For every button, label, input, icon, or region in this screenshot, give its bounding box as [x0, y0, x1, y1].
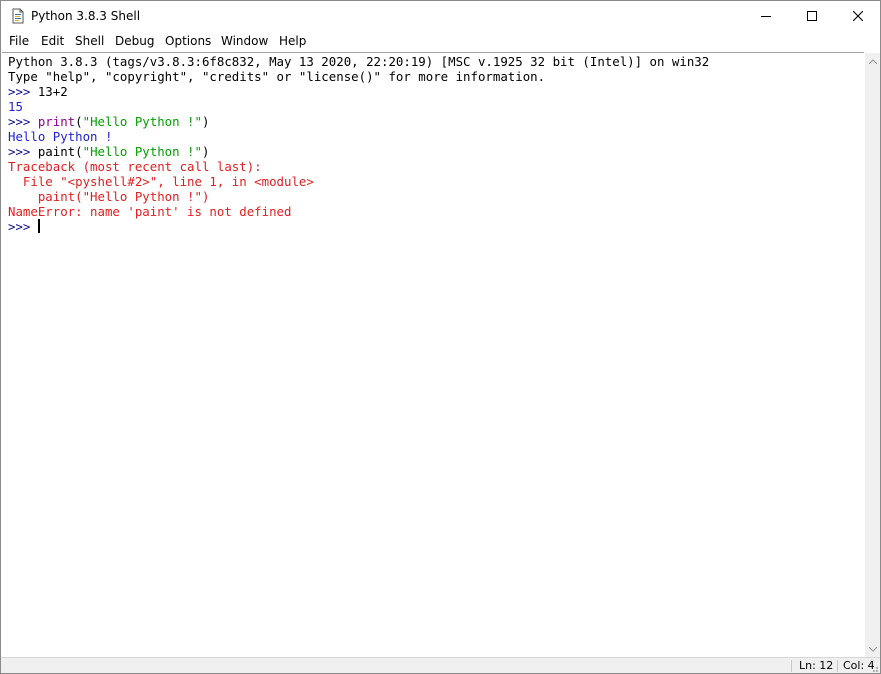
- shell-text-err: paint("Hello Python !"): [8, 189, 210, 204]
- menu-window[interactable]: Window: [221, 33, 268, 49]
- shell-line: NameError: name 'paint' is not defined: [8, 204, 709, 219]
- shell-line: >>> print("Hello Python !"): [8, 114, 709, 129]
- shell-text-str: "Hello Python !": [82, 144, 202, 159]
- shell-text-prompt: >>>: [8, 219, 38, 234]
- shell-line: paint("Hello Python !"): [8, 189, 709, 204]
- status-separator: [837, 660, 838, 672]
- status-line: Ln: 12: [799, 659, 834, 672]
- menu-file[interactable]: File: [9, 33, 29, 49]
- menu-options[interactable]: Options: [165, 33, 211, 49]
- shell-text-builtin: print: [37, 114, 76, 129]
- shell-text-err: Traceback (most recent call last):: [8, 159, 262, 174]
- maximize-button[interactable]: [789, 1, 835, 31]
- idle-shell-window: Python 3.8.3 Shell File Edit Shell Debug…: [0, 0, 881, 674]
- scroll-down-arrow-icon[interactable]: [865, 641, 880, 657]
- close-button[interactable]: [835, 1, 880, 31]
- minimize-button[interactable]: [743, 1, 789, 31]
- menu-shell[interactable]: Shell: [75, 33, 104, 49]
- shell-output: Python 3.8.3 (tags/v3.8.3:6f8c832, May 1…: [8, 54, 709, 234]
- shell-text-prompt: >>>: [8, 114, 38, 129]
- vertical-scrollbar[interactable]: [865, 53, 880, 657]
- title-bar[interactable]: Python 3.8.3 Shell: [1, 1, 880, 31]
- shell-text-out: 13+2: [37, 84, 68, 99]
- menu-help[interactable]: Help: [279, 33, 306, 49]
- shell-line: Hello Python !: [8, 129, 709, 144]
- shell-text-out: ): [201, 114, 210, 129]
- shell-text-out: Type "help", "copyright", "credits" or "…: [8, 69, 546, 84]
- shell-line: >>> 13+2: [8, 84, 709, 99]
- shell-text-area[interactable]: Python 3.8.3 (tags/v3.8.3:6f8c832, May 1…: [2, 52, 864, 657]
- shell-line: Type "help", "copyright", "credits" or "…: [8, 69, 709, 84]
- status-bar: Ln: 12 Col: 4: [1, 657, 880, 673]
- shell-text-stdout: Hello Python !: [8, 129, 113, 144]
- shell-line: File "<pyshell#2>", line 1, in <module>: [8, 174, 709, 189]
- shell-text-out: (: [75, 114, 83, 129]
- shell-line: Python 3.8.3 (tags/v3.8.3:6f8c832, May 1…: [8, 54, 709, 69]
- maximize-icon: [807, 11, 817, 21]
- resize-grip-icon[interactable]: [867, 661, 879, 673]
- shell-line: Traceback (most recent call last):: [8, 159, 709, 174]
- menu-edit[interactable]: Edit: [41, 33, 64, 49]
- idle-file-icon: [10, 8, 26, 24]
- menu-debug[interactable]: Debug: [115, 33, 154, 49]
- text-cursor: [37, 219, 40, 233]
- shell-line: >>> paint("Hello Python !"): [8, 144, 709, 159]
- shell-text-stdout: 15: [8, 99, 23, 114]
- shell-text-prompt: >>>: [8, 84, 38, 99]
- shell-text-out: paint(: [37, 144, 83, 159]
- close-icon: [853, 11, 863, 21]
- scroll-up-arrow-icon[interactable]: [865, 53, 880, 69]
- shell-text-out: ): [201, 144, 210, 159]
- shell-line: >>>: [8, 219, 709, 234]
- status-separator: [791, 660, 792, 672]
- shell-text-out: Python 3.8.3 (tags/v3.8.3:6f8c832, May 1…: [8, 54, 710, 69]
- shell-text-err: NameError: name 'paint' is not defined: [8, 204, 292, 219]
- menu-bar: File Edit Shell Debug Options Window Hel…: [1, 31, 880, 51]
- shell-text-prompt: >>>: [8, 144, 38, 159]
- window-title: Python 3.8.3 Shell: [31, 9, 141, 23]
- shell-text-str: "Hello Python !": [82, 114, 202, 129]
- shell-line: 15: [8, 99, 709, 114]
- shell-text-err: File "<pyshell#2>", line 1, in <module>: [8, 174, 314, 189]
- minimize-icon: [761, 16, 771, 17]
